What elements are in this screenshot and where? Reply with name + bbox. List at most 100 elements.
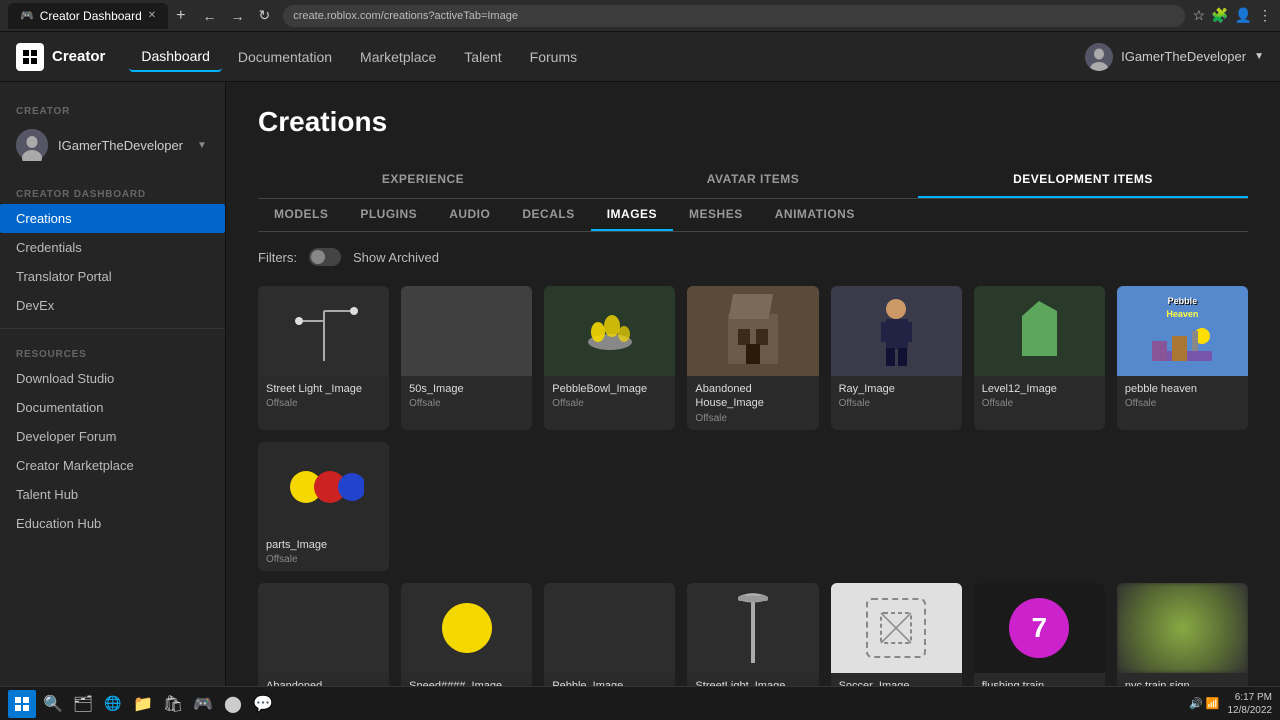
sidebar-item-creator-marketplace[interactable]: Creator Marketplace xyxy=(0,451,225,480)
item-info-streetlight2: StreetLight_Image Offsale xyxy=(687,673,818,686)
taskbar-roblox[interactable]: 🎮 xyxy=(190,691,216,717)
main-layout: CREATOR IGamerTheDeveloper ▼ CREATOR DAS… xyxy=(0,82,1280,686)
show-archived-toggle[interactable] xyxy=(309,248,341,266)
item-thumb-pebble xyxy=(544,583,675,673)
item-name: Pebble_Image xyxy=(552,679,667,686)
tab-plugins[interactable]: PLUGINS xyxy=(344,199,433,231)
page-title: Creations xyxy=(258,106,1248,138)
item-thumb-pebble-heaven: Pebble Heaven xyxy=(1117,286,1248,376)
nav-documentation[interactable]: Documentation xyxy=(226,43,344,71)
item-info-nyc-train: nyc train sign Offsale xyxy=(1117,673,1248,686)
item-thumb-abandoned2 xyxy=(258,583,389,673)
item-name: pebble heaven xyxy=(1125,382,1240,396)
tab-close-button[interactable]: ✕ xyxy=(148,10,156,21)
tab-animations[interactable]: ANIMATIONS xyxy=(759,199,871,231)
nav-forward-button[interactable]: → xyxy=(226,6,250,26)
item-status: Offsale xyxy=(266,398,381,409)
item-name: Level12_Image xyxy=(982,382,1097,396)
menu-icon[interactable]: ⋮ xyxy=(1258,7,1272,24)
nav-back-button[interactable]: ← xyxy=(198,6,222,26)
sidebar-user-dropdown[interactable]: ▼ xyxy=(197,140,207,151)
extensions-icon[interactable]: 🧩 xyxy=(1211,7,1228,24)
item-card-abandoned-house[interactable]: Abandoned House_Image Offsale xyxy=(687,286,818,430)
tab-decals[interactable]: DECALS xyxy=(506,199,590,231)
tab-models[interactable]: MODELS xyxy=(258,199,344,231)
item-name: Abandoned House_Image xyxy=(695,382,810,411)
item-card-pebble[interactable]: Pebble_Image Offsale xyxy=(544,583,675,686)
item-thumb-speed xyxy=(401,583,532,673)
dashboard-section-label: CREATOR DASHBOARD xyxy=(0,177,225,204)
profile-icon[interactable]: 👤 xyxy=(1235,7,1252,24)
item-info-speed: Speed####_Image Offsale xyxy=(401,673,532,686)
username-label: IGamerTheDeveloper xyxy=(1121,49,1246,64)
filter-label: Filters: xyxy=(258,250,297,265)
bookmark-icon[interactable]: ☆ xyxy=(1193,7,1206,24)
nav-marketplace[interactable]: Marketplace xyxy=(348,43,448,71)
nav-refresh-button[interactable]: ↻ xyxy=(254,5,276,26)
item-card-50s[interactable]: 50s_Image Offsale xyxy=(401,286,532,430)
brand-icon xyxy=(16,43,44,71)
tab-meshes[interactable]: MESHES xyxy=(673,199,759,231)
nav-dashboard[interactable]: Dashboard xyxy=(129,42,222,72)
sidebar-item-talent-hub[interactable]: Talent Hub xyxy=(0,480,225,509)
item-card-street-light[interactable]: Street Light _Image Offsale xyxy=(258,286,389,430)
tab-experience[interactable]: EXPERIENCE xyxy=(258,162,588,198)
taskbar-edge[interactable]: 🌐 xyxy=(100,691,126,717)
sidebar-item-translator[interactable]: Translator Portal xyxy=(0,262,225,291)
item-card-nyc-train[interactable]: nyc train sign Offsale xyxy=(1117,583,1248,686)
item-card-parts[interactable]: parts_Image Offsale xyxy=(258,442,389,571)
sidebar-item-education-hub[interactable]: Education Hub xyxy=(0,509,225,538)
taskbar-explorer[interactable]: 📁 xyxy=(130,691,156,717)
item-status: Offsale xyxy=(552,398,667,409)
items-grid-row1: Street Light _Image Offsale 50s_Image Of… xyxy=(258,286,1248,571)
item-info-ray: Ray_Image Offsale xyxy=(831,376,962,415)
item-card-level12[interactable]: Level12_Image Offsale xyxy=(974,286,1105,430)
item-info-flushing-train: flushing train Offsale xyxy=(974,673,1105,686)
item-status: Offsale xyxy=(695,413,810,424)
tab-images[interactable]: IMAGES xyxy=(591,199,673,231)
item-card-flushing-train[interactable]: 7 flushing train Offsale xyxy=(974,583,1105,686)
item-card-abandoned-house2[interactable]: Abandoned House_Image Offsale xyxy=(258,583,389,686)
browser-tab-active[interactable]: 🎮 Creator Dashboard ✕ xyxy=(8,3,168,29)
new-tab-button[interactable]: + xyxy=(172,7,189,25)
item-card-streetlight2[interactable]: StreetLight_Image Offsale xyxy=(687,583,818,686)
item-info-abandoned-house: Abandoned House_Image Offsale xyxy=(687,376,818,430)
item-name: Speed####_Image xyxy=(409,679,524,686)
nav-forums[interactable]: Forums xyxy=(518,43,589,71)
browser-actions: ☆ 🧩 👤 ⋮ xyxy=(1193,7,1272,24)
tab-avatar-items[interactable]: AVATAR ITEMS xyxy=(588,162,918,198)
sidebar-item-documentation[interactable]: Documentation xyxy=(0,393,225,422)
item-info-pebble-bowl: PebbleBowl_Image Offsale xyxy=(544,376,675,415)
sidebar-item-developer-forum[interactable]: Developer Forum xyxy=(0,422,225,451)
sidebar-item-credentials[interactable]: Credentials xyxy=(0,233,225,262)
tabs-secondary: MODELS PLUGINS AUDIO DECALS IMAGES MESHE… xyxy=(258,199,1248,232)
user-dropdown-icon[interactable]: ▼ xyxy=(1254,51,1264,62)
tab-development-items[interactable]: DEVELOPMENT ITEMS xyxy=(918,162,1248,198)
user-area: IGamerTheDeveloper ▼ xyxy=(1085,43,1264,71)
item-info-street-light: Street Light _Image Offsale xyxy=(258,376,389,415)
item-card-ray[interactable]: Ray_Image Offsale xyxy=(831,286,962,430)
item-info-parts: parts_Image Offsale xyxy=(258,532,389,571)
item-thumb-level12 xyxy=(974,286,1105,376)
tab-audio[interactable]: AUDIO xyxy=(433,199,506,231)
nav-talent[interactable]: Talent xyxy=(452,43,513,71)
item-card-pebble-bowl[interactable]: PebbleBowl_Image Offsale xyxy=(544,286,675,430)
item-card-soccer[interactable]: Soccer_Image Offsale xyxy=(831,583,962,686)
taskbar-taskview[interactable]: 🗂 xyxy=(70,691,96,717)
start-button[interactable] xyxy=(8,690,36,718)
taskbar-date-val: 12/8/2022 xyxy=(1228,704,1273,717)
sidebar-item-devex[interactable]: DevEx xyxy=(0,291,225,320)
sidebar-item-creations[interactable]: Creations xyxy=(0,204,225,233)
brand: Creator xyxy=(16,43,105,71)
item-card-speed[interactable]: Speed####_Image Offsale xyxy=(401,583,532,686)
taskbar-search[interactable]: 🔍 xyxy=(40,691,66,717)
item-card-pebble-heaven[interactable]: Pebble Heaven pebble heaven Offsale xyxy=(1117,286,1248,430)
item-info-level12: Level12_Image Offsale xyxy=(974,376,1105,415)
sidebar-item-download-studio[interactable]: Download Studio xyxy=(0,364,225,393)
taskbar-clock: 6:17 PM 12/8/2022 xyxy=(1228,691,1273,717)
taskbar-discord[interactable]: 💬 xyxy=(250,691,276,717)
address-bar[interactable]: create.roblox.com/creations?activeTab=Im… xyxy=(283,5,1184,27)
taskbar-chrome[interactable]: ⬤ xyxy=(220,691,246,717)
taskbar-store[interactable]: 🛍 xyxy=(160,691,186,717)
item-name: nyc train sign xyxy=(1125,679,1240,686)
